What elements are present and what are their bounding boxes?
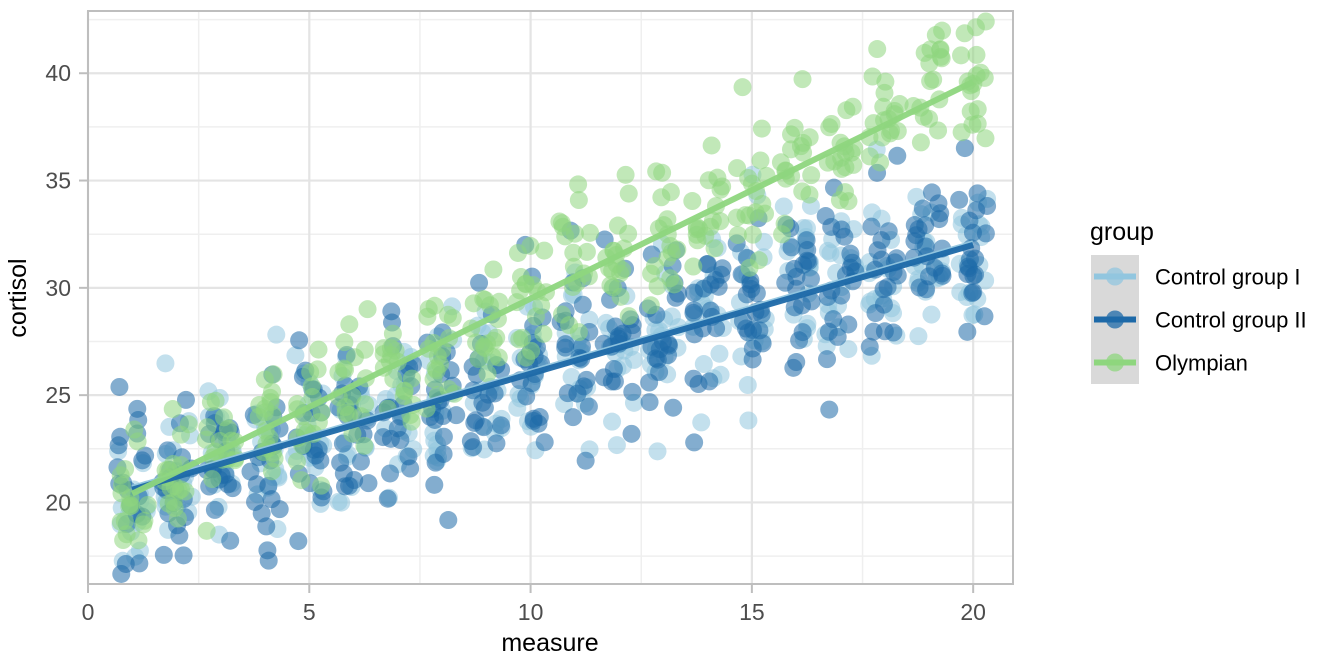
legend-item-label: Olympian [1155, 351, 1248, 376]
x-tick-label: 20 [960, 599, 986, 625]
x-tick-label: 10 [518, 599, 544, 625]
scatter-plot: 0 5 10 15 20 20 25 30 35 40 measure cortisol gro… [0, 0, 1344, 672]
x-tick-label: 0 [82, 599, 95, 625]
legend-item-label: Control group I [1155, 265, 1301, 290]
x-tick-label: 15 [739, 599, 765, 625]
x-tick-label: 5 [303, 599, 316, 625]
x-axis-title: measure [501, 629, 598, 657]
legend-item-label: Control group II [1155, 308, 1307, 333]
legend-key-point [1106, 267, 1124, 286]
y-tick-label: 40 [45, 60, 71, 86]
legend-key-point [1106, 310, 1124, 329]
legend-title: group [1090, 218, 1154, 246]
y-tick-label: 25 [45, 382, 71, 408]
chart-root: 0 5 10 15 20 20 25 30 35 40 measure cortisol gro… [0, 0, 1344, 672]
y-tick-label: 35 [45, 168, 71, 194]
y-tick-label: 30 [45, 275, 71, 301]
legend-key-point [1106, 353, 1124, 372]
y-axis-title: cortisol [4, 258, 32, 337]
y-tick-label: 20 [45, 489, 71, 515]
